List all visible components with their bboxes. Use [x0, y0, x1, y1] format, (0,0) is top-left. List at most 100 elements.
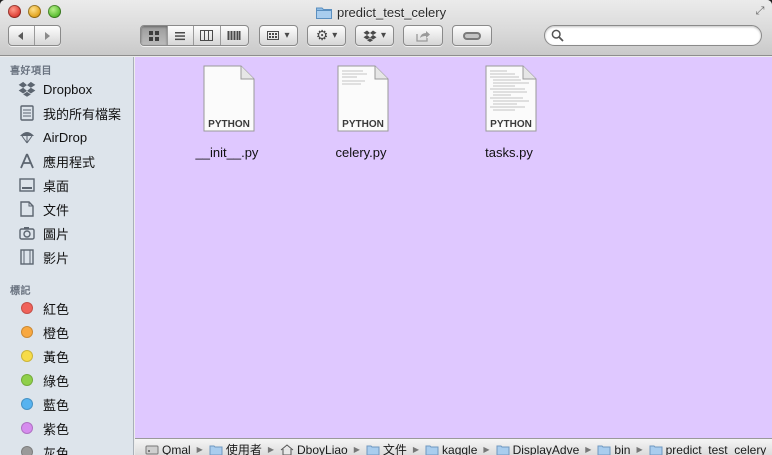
- file-type-badge: PYTHON: [208, 119, 250, 130]
- yellow-tag-icon: [18, 347, 36, 365]
- sidebar-item-label: 綠色: [43, 373, 70, 389]
- zoom-window-button[interactable]: [48, 5, 61, 18]
- crumb-displayadve[interactable]: DisplayAdve: [496, 442, 580, 455]
- sidebar-item-pictures[interactable]: 圖片: [0, 222, 133, 244]
- file-item[interactable]: PYTHON celery.py: [316, 57, 406, 160]
- file-item[interactable]: PYTHON tasks.py: [464, 57, 554, 160]
- path-separator-icon: ▶: [412, 445, 420, 454]
- sidebar-tag-red[interactable]: 紅色: [0, 297, 133, 319]
- documents-icon: [18, 200, 36, 218]
- dropbox-menu-button[interactable]: ▾: [355, 25, 394, 46]
- column-view-icon: [200, 30, 214, 41]
- folder-icon: [316, 7, 332, 19]
- list-view-button[interactable]: [168, 26, 195, 45]
- sidebar-tag-gray[interactable]: 灰色: [0, 441, 133, 455]
- file-item[interactable]: PYTHON __init__.py: [182, 57, 272, 160]
- action-button[interactable]: ⚙ ▾: [307, 25, 346, 46]
- path-separator-icon: ▶: [585, 445, 592, 454]
- chevron-right-icon: [45, 31, 51, 40]
- sidebar-item-label: 灰色: [43, 445, 70, 455]
- window-title: predict_test_celery: [316, 3, 446, 21]
- sidebar-tag-yellow[interactable]: 黃色: [0, 345, 133, 367]
- desktop-icon: [18, 176, 36, 194]
- sidebar-item-label: 紅色: [43, 301, 70, 317]
- path-separator-icon: ▶: [636, 445, 643, 454]
- sidebar-tag-purple[interactable]: 紫色: [0, 417, 133, 439]
- sidebar-item-all-my-files[interactable]: 我的所有檔案: [0, 102, 133, 124]
- crumb-users[interactable]: 使用者: [209, 441, 262, 455]
- sidebar-item-documents[interactable]: 文件: [0, 198, 133, 220]
- crumb-label: 使用者: [225, 443, 262, 455]
- search-field[interactable]: [544, 25, 762, 46]
- file-name[interactable]: __init__.py: [182, 145, 272, 160]
- share-button[interactable]: [403, 25, 443, 46]
- crumb-home[interactable]: DboyLiao: [280, 443, 348, 455]
- arrange-button[interactable]: ▾: [259, 25, 298, 46]
- search-input[interactable]: [567, 28, 753, 43]
- file-name[interactable]: tasks.py: [464, 145, 554, 160]
- sidebar-item-label: 我的所有檔案: [43, 106, 122, 122]
- sidebar-item-label: 圖片: [43, 226, 70, 242]
- crumb-label: DisplayAdve: [512, 442, 580, 455]
- path-separator-icon: ▶: [196, 445, 203, 454]
- sidebar-tag-green[interactable]: 綠色: [0, 369, 133, 391]
- dropbox-icon: [18, 80, 36, 98]
- disk-icon: [145, 445, 159, 454]
- all-files-icon: [18, 104, 36, 122]
- sidebar-item-label: 橙色: [43, 325, 70, 341]
- file-name[interactable]: celery.py: [316, 145, 406, 160]
- minimize-window-button[interactable]: [28, 5, 41, 18]
- sidebar-item-airdrop[interactable]: AirDrop: [0, 126, 133, 148]
- file-browser-area[interactable]: PYTHON __init__.py PYTHON celery.py PYTH…: [135, 57, 772, 438]
- sidebar: 喜好項目 Dropbox 我的所有檔案 AirDrop 應用程式 桌面 文件 圖…: [0, 57, 134, 455]
- crumb-bin[interactable]: bin: [597, 443, 630, 455]
- forward-button[interactable]: [35, 26, 60, 45]
- icon-view-button[interactable]: [141, 26, 168, 45]
- applications-icon: [18, 152, 36, 170]
- chevron-left-icon: [18, 31, 24, 40]
- crumb-label: 文件: [382, 443, 407, 455]
- sidebar-item-label: 紫色: [43, 421, 70, 437]
- sidebar-item-applications[interactable]: 應用程式: [0, 150, 133, 172]
- orange-tag-icon: [18, 323, 36, 341]
- crumb-kaggle[interactable]: kaggle: [425, 443, 477, 455]
- icon-view-icon: [148, 30, 159, 41]
- pictures-icon: [18, 224, 36, 242]
- sidebar-item-dropbox[interactable]: Dropbox: [0, 78, 133, 100]
- sidebar-item-label: Dropbox: [43, 81, 93, 97]
- crumb-documents[interactable]: 文件: [366, 441, 407, 455]
- fullscreen-icon[interactable]: ⤢: [753, 4, 767, 18]
- tag-icon: [463, 31, 481, 40]
- crumb-qmal[interactable]: Qmal: [145, 443, 191, 455]
- toolbar: predict_test_celery ⤢ ▾ ⚙ ▾ ▾: [0, 0, 772, 56]
- path-bar: Qmal ▶ 使用者 ▶ DboyLiao ▶ 文件 ▶ kaggle ▶ Di…: [135, 438, 772, 455]
- sidebar-item-label: 黃色: [43, 349, 70, 365]
- folder-icon: [425, 445, 439, 455]
- crumb-predict-test-celery[interactable]: predict_test_celery: [649, 443, 766, 455]
- chevron-down-icon: ▾: [380, 30, 387, 41]
- folder-icon: [209, 445, 223, 455]
- sidebar-section-favorites: 喜好項目: [10, 66, 52, 77]
- cover-flow-button[interactable]: [221, 26, 248, 45]
- sidebar-item-label: 應用程式: [43, 154, 96, 170]
- column-view-button[interactable]: [194, 26, 221, 45]
- sidebar-item-label: 文件: [43, 202, 70, 218]
- crumb-label: Qmal: [162, 442, 191, 455]
- sidebar-item-movies[interactable]: 影片: [0, 246, 133, 268]
- folder-icon: [496, 445, 510, 455]
- blue-tag-icon: [18, 395, 36, 413]
- sidebar-item-label: 影片: [43, 250, 70, 266]
- edit-tags-button[interactable]: [452, 25, 492, 46]
- sidebar-item-desktop[interactable]: 桌面: [0, 174, 133, 196]
- crumb-label: bin: [614, 442, 631, 455]
- back-forward-control: [8, 25, 61, 46]
- path-separator-icon: ▶: [483, 445, 490, 454]
- purple-tag-icon: [18, 419, 36, 437]
- chevron-down-icon: ▾: [332, 30, 338, 41]
- sidebar-tag-blue[interactable]: 藍色: [0, 393, 133, 415]
- close-window-button[interactable]: [8, 5, 21, 18]
- back-button[interactable]: [9, 26, 35, 45]
- finder-window: predict_test_celery ⤢ ▾ ⚙ ▾ ▾ 喜好項目 Dropb…: [0, 0, 772, 455]
- movies-icon: [18, 248, 36, 266]
- sidebar-tag-orange[interactable]: 橙色: [0, 321, 133, 343]
